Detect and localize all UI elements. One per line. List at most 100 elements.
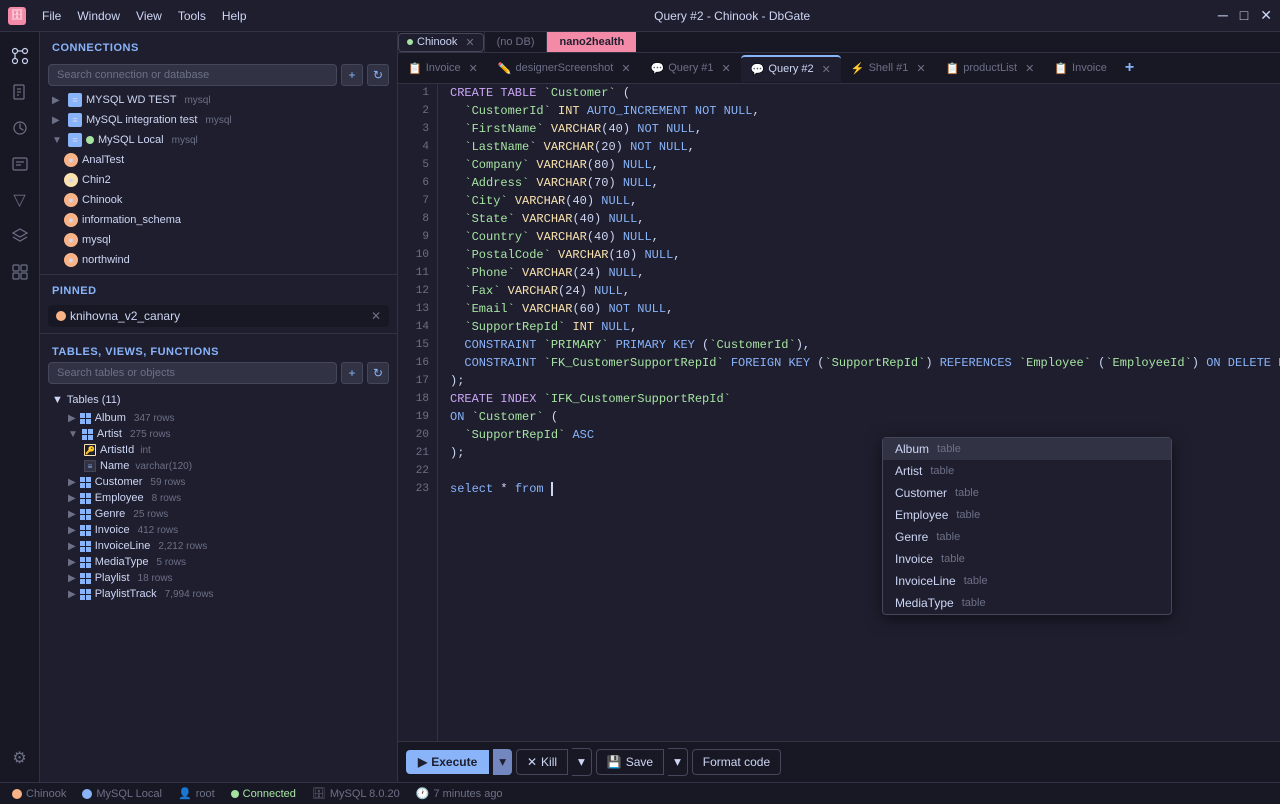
tables-group-header[interactable]: ▼ Tables (11) — [52, 390, 385, 410]
status-user[interactable]: 👤 root — [178, 787, 215, 800]
table-item-invoice[interactable]: ▶ Invoice 412 rows — [52, 522, 385, 538]
menu-tools[interactable]: Tools — [178, 9, 206, 23]
add-connection-button[interactable]: + — [341, 64, 363, 86]
maximize-button[interactable]: □ — [1240, 7, 1248, 24]
menu-help[interactable]: Help — [222, 9, 247, 23]
sidebar-layers-icon[interactable] — [4, 220, 36, 252]
sidebar-settings-icon[interactable]: ⚙ — [4, 742, 36, 774]
tab-query1[interactable]: 💬 Query #1 ✕ — [641, 56, 741, 81]
tab-invoice2[interactable]: 📋 Invoice — [1044, 56, 1117, 81]
autocomplete-item-genre[interactable]: Genre table — [883, 526, 1171, 548]
add-table-button[interactable]: + — [341, 362, 363, 384]
code-editor[interactable]: CREATE TABLE `Customer` ( `CustomerId` I… — [438, 84, 1280, 741]
table-rows: 8 rows — [152, 493, 181, 504]
sidebar-history-icon[interactable] — [4, 112, 36, 144]
tab-productlist-close[interactable]: ✕ — [1025, 62, 1034, 75]
autocomplete-item-customer[interactable]: Customer table — [883, 482, 1171, 504]
conn-db-icon: ● — [64, 153, 78, 167]
execute-button[interactable]: ▶ Execute — [406, 750, 489, 774]
status-chinook[interactable]: Chinook — [12, 788, 66, 800]
table-item-mediatype[interactable]: ▶ MediaType 5 rows — [52, 554, 385, 570]
field-name-field[interactable]: ≡ Name varchar(120) — [52, 458, 385, 474]
conn-label: MySQL integration test — [86, 114, 197, 126]
tab-productlist[interactable]: 📋 productList ✕ — [936, 56, 1045, 81]
tab-invoice-close[interactable]: ✕ — [469, 62, 478, 75]
autocomplete-item-employee[interactable]: Employee table — [883, 504, 1171, 526]
tab-designer-close[interactable]: ✕ — [621, 62, 630, 75]
tables-group: ▼ Tables (11) ▶ Album 347 rows ▼ Artist … — [40, 388, 397, 604]
minimize-button[interactable]: ─ — [1218, 7, 1228, 24]
refresh-connections-button[interactable]: ↻ — [367, 64, 389, 86]
pinned-close-button[interactable]: ✕ — [371, 309, 381, 323]
conn-item-chinook[interactable]: ● Chinook — [40, 190, 397, 210]
tab-shell1-icon: ⚡ — [851, 62, 865, 75]
close-button[interactable]: ✕ — [1260, 7, 1272, 24]
autocomplete-item-invoiceline[interactable]: InvoiceLine table — [883, 570, 1171, 592]
tables-search-bar: + ↻ — [40, 362, 397, 388]
table-item-artist[interactable]: ▼ Artist 275 rows — [52, 426, 385, 442]
titlebar-left: 🗄 File Window View Tools Help — [8, 7, 247, 25]
tab-query2-close[interactable]: ✕ — [822, 63, 831, 76]
table-item-genre[interactable]: ▶ Genre 25 rows — [52, 506, 385, 522]
table-rows: 275 rows — [130, 429, 171, 440]
divider — [40, 274, 397, 275]
tables-search-input[interactable] — [48, 362, 337, 384]
format-button[interactable]: Format code — [692, 749, 781, 775]
kill-dropdown-button[interactable]: ▾ — [572, 748, 592, 776]
conn-item-integration[interactable]: ▶ ≡ MySQL integration test mysql — [40, 110, 397, 130]
version-label: MySQL 8.0.20 — [330, 788, 400, 800]
tab-designer[interactable]: ✏️ designerScreenshot ✕ — [488, 56, 641, 81]
save-button[interactable]: 💾 Save — [596, 749, 664, 775]
tab-invoice[interactable]: 📋 Invoice ✕ — [398, 56, 488, 81]
menu-file[interactable]: File — [42, 9, 61, 23]
save-dropdown-button[interactable]: ▾ — [668, 748, 688, 776]
menu-window[interactable]: Window — [77, 9, 120, 23]
connections-search-input[interactable] — [48, 64, 337, 86]
sidebar-arrow-icon[interactable]: ▽ — [4, 184, 36, 216]
table-item-album[interactable]: ▶ Album 347 rows — [52, 410, 385, 426]
table-item-invoiceline[interactable]: ▶ InvoiceLine 2,212 rows — [52, 538, 385, 554]
autocomplete-item-mediatype[interactable]: MediaType table — [883, 592, 1171, 614]
sidebar-file-icon[interactable] — [4, 76, 36, 108]
nodb-tab[interactable]: (no DB) — [484, 32, 547, 52]
autocomplete-item-invoice[interactable]: Invoice table — [883, 548, 1171, 570]
execute-dropdown-button[interactable]: ▾ — [493, 749, 512, 775]
close-chinook-tab[interactable]: ✕ — [465, 36, 474, 49]
tab-invoice2-label: Invoice — [1072, 62, 1107, 74]
table-item-customer[interactable]: ▶ Customer 59 rows — [52, 474, 385, 490]
table-grid-icon — [80, 493, 91, 504]
menu-view[interactable]: View — [136, 9, 162, 23]
tab-shell1-close[interactable]: ✕ — [916, 62, 925, 75]
tab-shell1-label: Shell #1 — [869, 62, 909, 74]
conn-item-information[interactable]: ● information_schema — [40, 210, 397, 230]
field-artistid[interactable]: 🔑 ArtistId int — [52, 442, 385, 458]
table-name: Playlist — [95, 572, 130, 584]
status-mysql-local[interactable]: MySQL Local — [82, 788, 162, 800]
sidebar-query-icon[interactable] — [4, 148, 36, 180]
tab-query2[interactable]: 💬 Query #2 ✕ — [741, 55, 841, 82]
table-item-employee[interactable]: ▶ Employee 8 rows — [52, 490, 385, 506]
sidebar-plugins-icon[interactable] — [4, 256, 36, 288]
table-item-playlist[interactable]: ▶ Playlist 18 rows — [52, 570, 385, 586]
autocomplete-item-artist[interactable]: Artist table — [883, 460, 1171, 482]
conn-item-mysqltest[interactable]: ▶ ≡ MYSQL WD TEST mysql — [40, 90, 397, 110]
tab-shell1[interactable]: ⚡ Shell #1 ✕ — [841, 56, 936, 81]
expand-icon: ▶ — [68, 541, 76, 552]
conn-item-mysql[interactable]: ● mysql — [40, 230, 397, 250]
tab-add-button[interactable]: + — [1117, 53, 1142, 83]
sidebar-connections-icon[interactable] — [4, 40, 36, 72]
conn-item-northwind[interactable]: ● northwind — [40, 250, 397, 270]
nano2health-tab[interactable]: nano2health — [546, 32, 636, 52]
table-item-playlisttrack[interactable]: ▶ PlaylistTrack 7,994 rows — [52, 586, 385, 602]
refresh-tables-button[interactable]: ↻ — [367, 362, 389, 384]
editor-content[interactable]: 123 456 789 101112 131415 161718 192021 … — [398, 84, 1280, 741]
autocomplete-item-album[interactable]: Album table — [883, 438, 1171, 460]
conn-db-icon: ● — [64, 233, 78, 247]
pinned-item[interactable]: knihovna_v2_canary ✕ — [48, 305, 389, 327]
conn-item-analtest[interactable]: ● AnalTest — [40, 150, 397, 170]
conn-item-mysqllocal[interactable]: ▼ ≡ MySQL Local mysql — [40, 130, 397, 150]
kill-button[interactable]: ✕ Kill — [516, 749, 568, 775]
chinook-connection-tab[interactable]: Chinook ✕ — [398, 33, 484, 52]
conn-item-chin2[interactable]: ● Chin2 — [40, 170, 397, 190]
tab-query1-close[interactable]: ✕ — [722, 62, 731, 75]
